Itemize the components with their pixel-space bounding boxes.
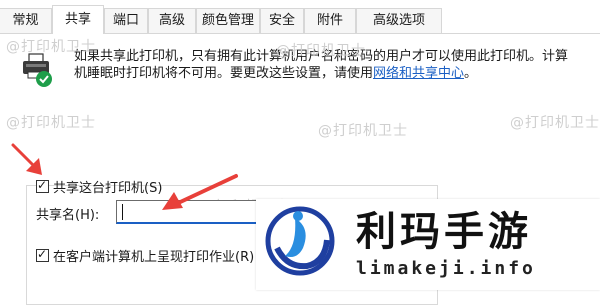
- tab-advanced-options[interactable]: 高级选项: [356, 8, 442, 33]
- text-caret: [122, 204, 123, 220]
- share-printer-label[interactable]: 共享这台打印机(S): [53, 177, 162, 196]
- logo-domain: limakeji.info: [356, 258, 536, 279]
- network-sharing-center-link[interactable]: 网络和共享中心: [373, 66, 464, 81]
- shared-printer-icon: [23, 53, 52, 87]
- annotation-arrow-share-name: [162, 174, 238, 210]
- watermark: @打印机卫士: [6, 39, 96, 55]
- watermark: @打印机卫士: [276, 43, 366, 59]
- tab-security[interactable]: 安全: [260, 8, 304, 33]
- tab-general[interactable]: 常规: [0, 8, 52, 33]
- watermark: @打印机卫士: [318, 123, 408, 139]
- tab-strip: 常规 共享 端口 高级 颜色管理 安全 附件 高级选项: [0, 0, 600, 34]
- logo-title: 利玛手游: [356, 209, 532, 255]
- description-suffix: 。: [464, 66, 478, 81]
- render-client-label[interactable]: 在客户端计算机上呈现打印作业(R): [53, 246, 254, 265]
- share-name-label: 共享名(H):: [36, 208, 100, 223]
- render-client-checkbox[interactable]: [36, 247, 49, 262]
- tab-sharing[interactable]: 共享: [52, 5, 104, 34]
- watermark: @打印机卫士: [510, 115, 600, 131]
- tab-ports[interactable]: 端口: [104, 8, 148, 33]
- limakeji-logo-icon: [265, 206, 335, 276]
- annotation-arrow-checkbox: [11, 143, 42, 175]
- tab-color-management[interactable]: 颜色管理: [196, 8, 260, 33]
- watermark: @打印机卫士: [6, 115, 96, 131]
- tab-advanced[interactable]: 高级: [148, 8, 196, 33]
- tab-accessories[interactable]: 附件: [304, 8, 356, 33]
